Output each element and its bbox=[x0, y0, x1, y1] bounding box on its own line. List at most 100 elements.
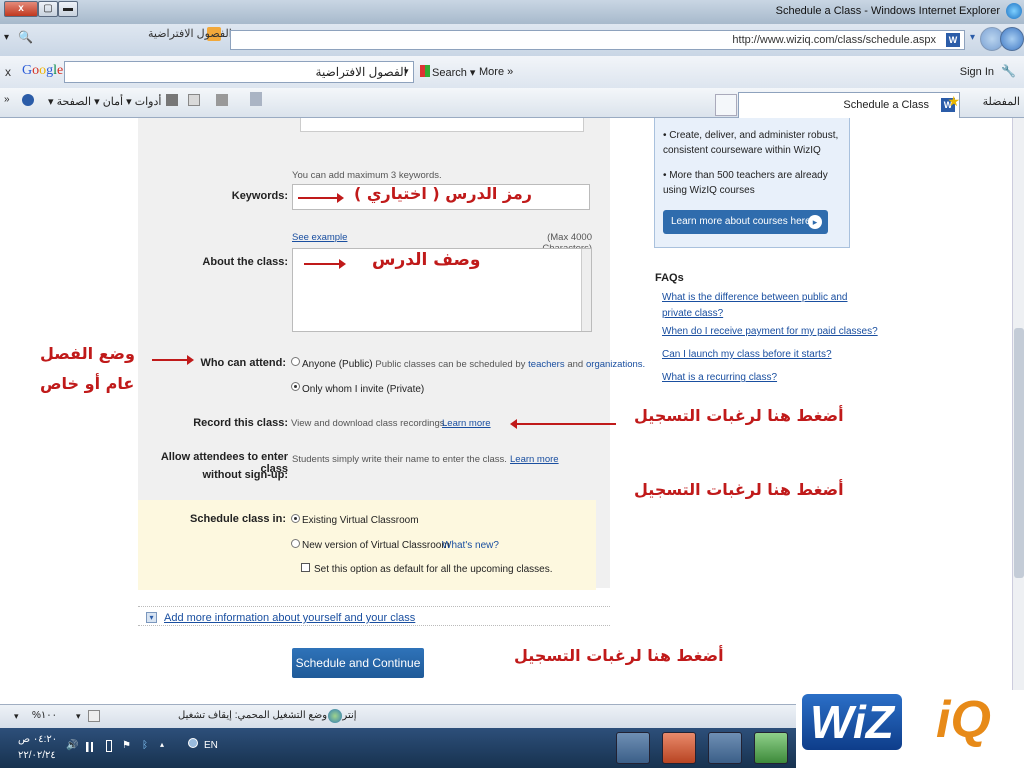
security-icon bbox=[88, 710, 100, 722]
zoom-dropdown-icon[interactable]: ▾ bbox=[14, 711, 19, 722]
record-label: Record this class: bbox=[193, 417, 288, 429]
quick-tab-link[interactable]: الفصول الافتراضية bbox=[148, 27, 232, 40]
schedule-in-label: Schedule class in: bbox=[190, 513, 286, 525]
previous-field[interactable] bbox=[300, 118, 584, 132]
arrow-about bbox=[304, 259, 346, 269]
globe-icon bbox=[328, 709, 342, 723]
wrench-icon[interactable]: 🔧 bbox=[1001, 64, 1016, 78]
language-indicator[interactable]: EN bbox=[204, 740, 218, 751]
sign-in-link[interactable]: Sign In bbox=[960, 66, 994, 78]
ie-icon bbox=[1006, 3, 1022, 19]
private-option: Only whom I invite (Private) bbox=[302, 384, 425, 395]
arrow-circle-icon: ▸ bbox=[808, 215, 822, 229]
record-learn-more-link[interactable]: Learn more bbox=[442, 418, 491, 429]
default-checkbox[interactable] bbox=[301, 563, 310, 572]
teachers-link[interactable]: teachers bbox=[528, 359, 564, 370]
page-content: You can add maximum 3 keywords. Keywords… bbox=[0, 118, 1012, 704]
zoom-level[interactable]: %١٠٠ bbox=[32, 710, 57, 721]
annotation-about: وصف الدرس bbox=[372, 250, 481, 270]
url-text: http://www.wiziq.com/class/schedule.aspx bbox=[732, 34, 936, 46]
powerpoint-app-icon[interactable] bbox=[662, 732, 696, 764]
tab-schedule-a-class[interactable]: Schedule a Class W bbox=[738, 92, 960, 118]
keywords-label: Keywords: bbox=[231, 190, 288, 202]
keywords-hint: You can add maximum 3 keywords. bbox=[292, 170, 442, 181]
promo-bullet-1: • Create, deliver, and administer robust… bbox=[663, 130, 839, 156]
allow-learn-more-link[interactable]: Learn more bbox=[510, 454, 559, 465]
annotation-register-2: أضغط هنا لرغبات التسجيل bbox=[634, 480, 844, 499]
star-icon: ★ bbox=[947, 93, 960, 109]
address-input[interactable]: http://www.wiziq.com/class/schedule.aspx… bbox=[230, 30, 965, 50]
clock-time: ٠٤:٢٠ ص bbox=[18, 734, 58, 745]
signal-icon[interactable] bbox=[86, 742, 98, 752]
annotation-keywords: رمز الدرس ( اختياري ) bbox=[354, 184, 532, 203]
see-example-link[interactable]: See example bbox=[292, 232, 347, 243]
textarea-scrollbar[interactable] bbox=[581, 249, 591, 331]
organizations-link[interactable]: organizations. bbox=[586, 359, 645, 370]
google-logo: Google bbox=[22, 63, 64, 78]
google-toolbar: x Google الفصول الافتراضية ▾ Search ▾ Mo… bbox=[0, 56, 1024, 88]
window-title: Schedule a Class - Windows Internet Expl… bbox=[775, 5, 1000, 17]
clock-date: ٢٢/٠٢/٢٤ bbox=[18, 750, 56, 761]
mail-icon[interactable] bbox=[188, 94, 200, 106]
page-scrollbar[interactable] bbox=[1012, 118, 1024, 704]
wiziq-logo: WiZ iQ bbox=[796, 690, 1024, 768]
maximize-window-button[interactable]: ▢ bbox=[38, 1, 58, 17]
private-radio[interactable] bbox=[291, 382, 300, 391]
menu-dropdown-icon[interactable]: ▾ bbox=[4, 32, 9, 43]
promo-bullet-2: • More than 500 teachers are already usi… bbox=[663, 170, 828, 196]
command-menus[interactable]: أدوات ▾ أمان ▾ الصفحة ▾ bbox=[48, 95, 161, 108]
computer-app-icon[interactable] bbox=[708, 732, 742, 764]
allow-text: Students simply write their name to ente… bbox=[292, 454, 507, 465]
chevron-icon[interactable]: » bbox=[4, 94, 10, 105]
expand-icon[interactable]: ▾ bbox=[146, 612, 157, 623]
faq-link-4[interactable]: What is a recurring class? bbox=[662, 372, 777, 383]
faq-link-2[interactable]: When do I receive payment for my paid cl… bbox=[662, 326, 878, 337]
schedule-and-continue-button[interactable]: Schedule and Continue bbox=[292, 648, 424, 678]
feed-icon[interactable] bbox=[216, 94, 228, 106]
arrow-keywords bbox=[298, 193, 344, 203]
existing-classroom-option: Existing Virtual Classroom bbox=[302, 515, 419, 526]
minimize-window-button[interactable]: ▬ bbox=[58, 1, 78, 17]
faq-link-3[interactable]: Can I launch my class before it starts? bbox=[662, 349, 832, 360]
battery-icon[interactable] bbox=[106, 740, 112, 752]
faq-title: FAQs bbox=[655, 272, 684, 284]
network-icon[interactable] bbox=[188, 738, 198, 748]
volume-icon[interactable]: 🔊 bbox=[66, 740, 78, 751]
help-icon[interactable] bbox=[22, 94, 34, 106]
close-window-button[interactable]: x bbox=[4, 1, 38, 17]
faq-link-1[interactable]: What is the difference between public an… bbox=[662, 290, 877, 322]
messenger-app-icon[interactable] bbox=[754, 732, 788, 764]
annotation-mode-1: وضع الفصل bbox=[40, 344, 135, 363]
flag-icon[interactable]: ⚑ bbox=[122, 740, 131, 751]
print-icon[interactable] bbox=[166, 94, 178, 106]
more-button[interactable]: More » bbox=[479, 66, 513, 78]
home-icon[interactable] bbox=[250, 92, 262, 106]
command-bar: » أدوات ▾ أمان ▾ الصفحة ▾ Schedule a Cla… bbox=[0, 88, 1024, 118]
address-bar-row: ▾ 🔍 الفصول الافتراضية x ↻ ▾ http://www.w… bbox=[0, 24, 1024, 56]
search-icon[interactable]: 🔍 bbox=[18, 30, 33, 44]
word-app-icon[interactable] bbox=[616, 732, 650, 764]
scrollbar-thumb[interactable] bbox=[1014, 328, 1024, 578]
whats-new-link[interactable]: What's new? bbox=[442, 540, 499, 551]
history-dropdown-icon[interactable]: ▾ bbox=[970, 32, 975, 43]
allow-label-2: without sign-up: bbox=[202, 469, 288, 481]
default-option: Set this option as default for all the u… bbox=[314, 564, 553, 575]
google-search-icon bbox=[420, 65, 430, 77]
favorites-button[interactable]: المفضلة bbox=[983, 95, 1020, 108]
annotation-mode-2: عام أو خاص bbox=[40, 374, 135, 393]
tray-arrow-icon[interactable]: ▴ bbox=[160, 740, 164, 749]
learn-courses-button[interactable]: Learn more about courses here ▸ bbox=[663, 210, 828, 234]
close-toolbar-icon[interactable]: x bbox=[5, 65, 11, 79]
back-button[interactable] bbox=[1000, 27, 1024, 51]
bluetooth-icon[interactable]: ᛒ bbox=[142, 740, 148, 751]
public-radio[interactable] bbox=[291, 357, 300, 366]
google-search-button[interactable]: Search ▾ bbox=[432, 66, 475, 79]
new-tab-button[interactable] bbox=[715, 94, 737, 116]
google-search-input[interactable]: الفصول الافتراضية bbox=[64, 61, 414, 83]
more-info-link[interactable]: Add more information about yourself and … bbox=[164, 612, 415, 624]
who-label: Who can attend: bbox=[200, 357, 286, 369]
new-classroom-radio[interactable] bbox=[291, 539, 300, 548]
existing-classroom-radio[interactable] bbox=[291, 514, 300, 523]
zoom-chevron-icon[interactable]: ▾ bbox=[76, 711, 81, 722]
search-dropdown-icon[interactable]: ▾ bbox=[404, 66, 409, 77]
